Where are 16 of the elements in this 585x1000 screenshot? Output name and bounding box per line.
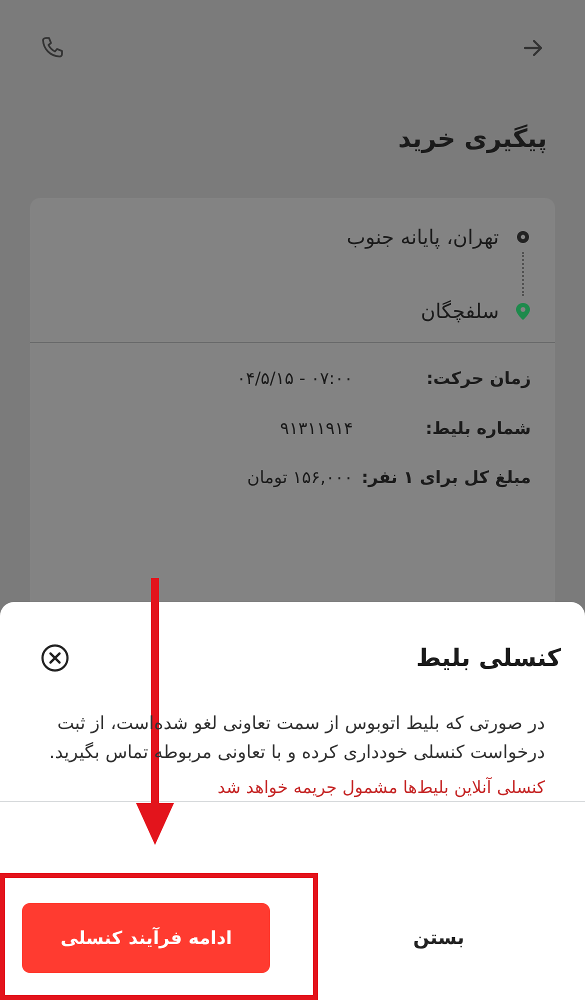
page-title: پیگیری خرید — [397, 123, 547, 154]
detail-value: ۰۴/۵/۱۵ - ۰۷:۰۰ — [236, 368, 353, 391]
detail-label: شماره بلیط: — [424, 418, 531, 440]
location-pin-icon — [515, 302, 531, 320]
detail-value: ۱۵۶,۰۰۰ تومان — [247, 467, 353, 490]
detail-label: زمان حرکت: — [425, 368, 531, 391]
close-icon[interactable] — [40, 643, 70, 673]
origin-dot-icon — [515, 229, 531, 245]
close-button[interactable]: بستن — [401, 918, 476, 958]
continue-cancel-button[interactable]: ادامه فرآیند کنسلی — [22, 903, 270, 973]
stop-name: سلفچگان — [420, 298, 499, 325]
detail-label: مبلغ کل برای ۱ نفر: — [360, 467, 531, 490]
detail-value: ۹۱۳۱۱۹۱۴ — [280, 418, 353, 440]
sheet-title: کنسلی بلیط — [416, 643, 561, 674]
penalty-warning: کنسلی آنلاین بلیط‌ها مشمول جریمه خواهد شد — [216, 776, 546, 800]
stop-name: تهران، پایانه جنوب — [346, 224, 499, 251]
